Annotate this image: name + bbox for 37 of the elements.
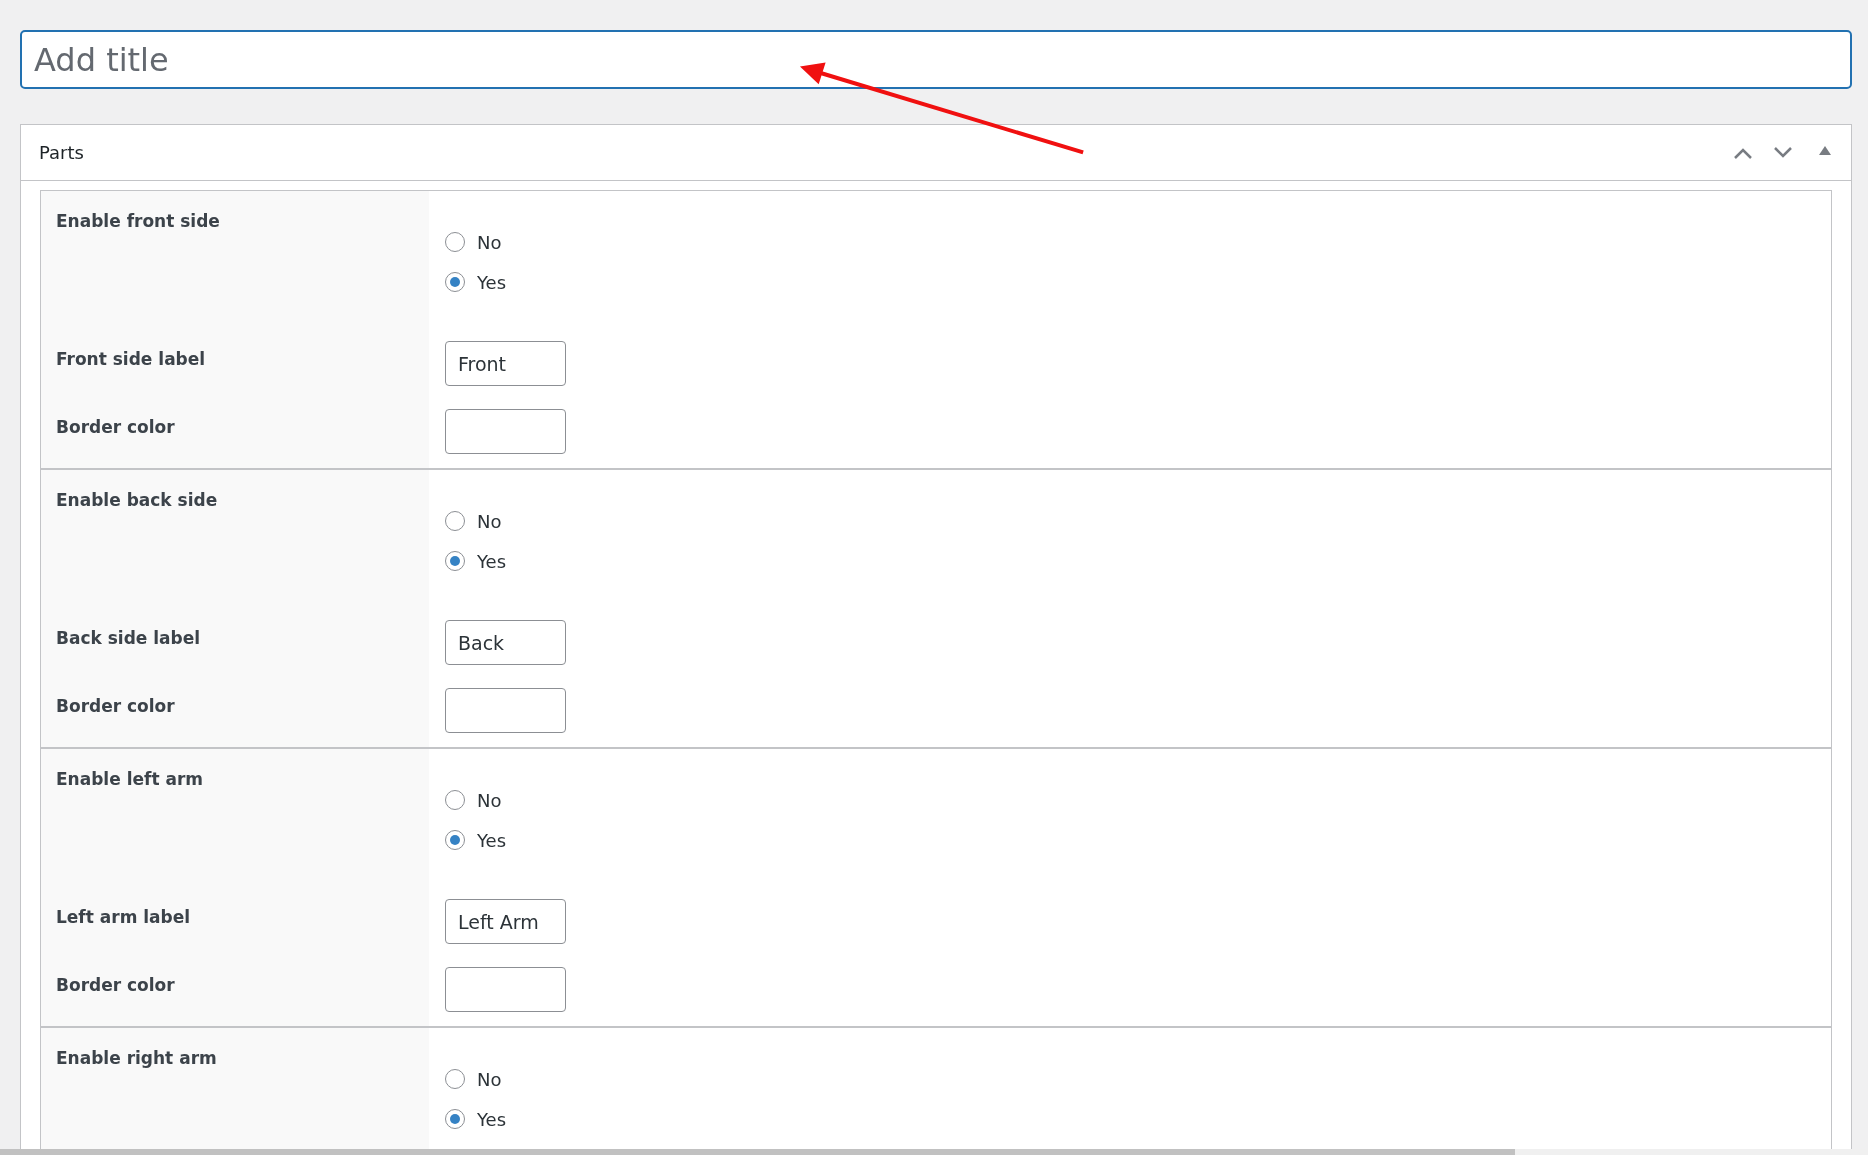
title-field[interactable]: Add title xyxy=(20,30,1852,89)
field-label: Back side label xyxy=(56,628,201,648)
text-field[interactable] xyxy=(445,409,566,454)
field-label: Border color xyxy=(56,696,175,716)
field-label: Enable right arm xyxy=(56,1048,217,1068)
radio-button[interactable] xyxy=(445,551,465,571)
option-label[interactable]: Yes xyxy=(477,829,507,851)
text-field[interactable]: Front xyxy=(445,341,566,386)
radio-button[interactable] xyxy=(445,272,465,292)
field-label: Enable left arm xyxy=(56,769,203,789)
chevron-down-icon[interactable] xyxy=(1773,146,1793,159)
chevron-up-icon[interactable] xyxy=(1733,146,1753,159)
option-label[interactable]: Yes xyxy=(477,1108,507,1130)
radio-button[interactable] xyxy=(445,511,465,531)
option-label[interactable]: No xyxy=(477,1068,502,1090)
radio-button[interactable] xyxy=(445,790,465,810)
collapse-triangle-icon[interactable] xyxy=(1819,146,1831,155)
field-label: Left arm label xyxy=(56,907,191,927)
panel-title: Parts xyxy=(39,142,84,163)
text-field[interactable] xyxy=(445,967,566,1012)
option-label[interactable]: No xyxy=(477,789,502,811)
option-label[interactable]: No xyxy=(477,231,502,253)
radio-button[interactable] xyxy=(445,232,465,252)
option-label[interactable]: No xyxy=(477,510,502,532)
radio-button[interactable] xyxy=(445,830,465,850)
field-label: Enable back side xyxy=(56,490,218,510)
option-label[interactable]: Yes xyxy=(477,550,507,572)
radio-button[interactable] xyxy=(445,1109,465,1129)
field-label: Front side label xyxy=(56,349,206,369)
field-label: Border color xyxy=(56,417,175,437)
field-label: Enable front side xyxy=(56,211,220,231)
radio-button[interactable] xyxy=(445,1069,465,1089)
option-label[interactable]: Yes xyxy=(477,271,507,293)
text-field[interactable]: Left Arm xyxy=(445,899,566,944)
text-field[interactable]: Back xyxy=(445,620,566,665)
text-field[interactable] xyxy=(445,688,566,733)
field-label: Border color xyxy=(56,975,175,995)
